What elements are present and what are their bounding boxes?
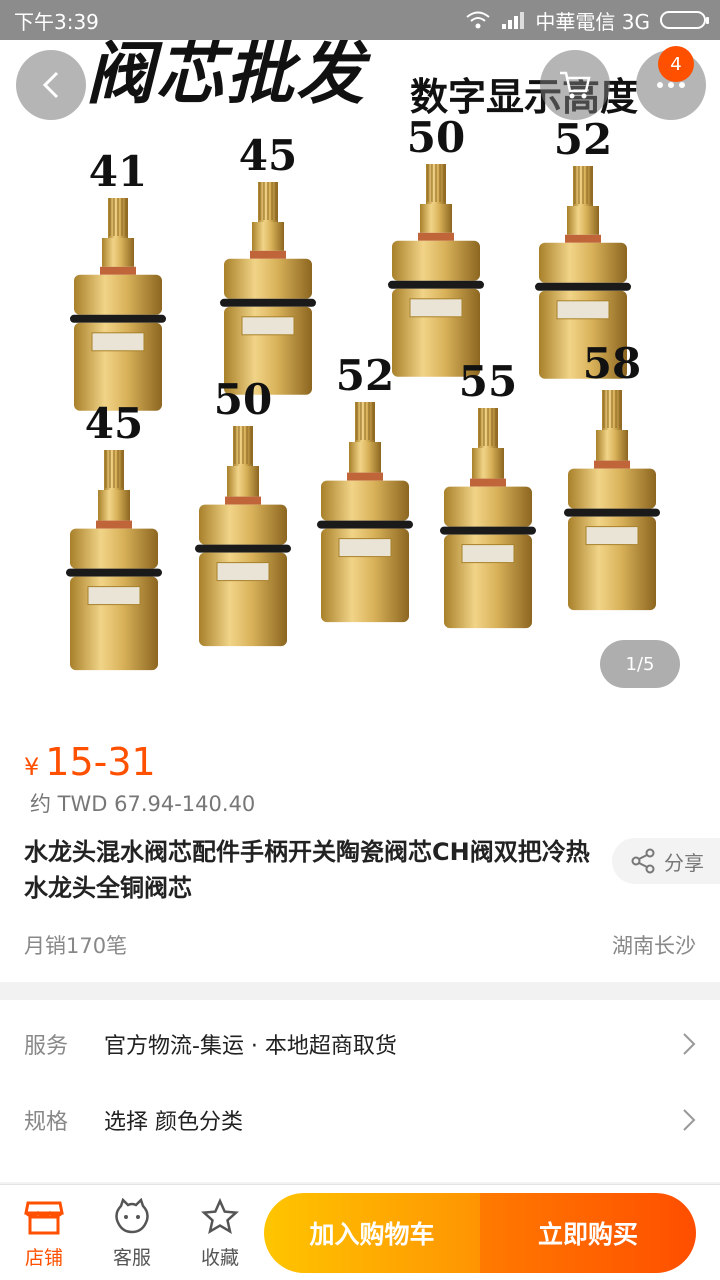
chevron-right-icon: [683, 1109, 696, 1131]
spec-label: 规格: [24, 1110, 69, 1135]
chevron-left-icon: [42, 71, 59, 99]
valve-size-label: 50: [407, 120, 465, 162]
star-icon: [201, 1198, 239, 1235]
spec-row[interactable]: 规格 选择 颜色分类: [0, 1082, 720, 1158]
valve-illustration: [70, 198, 166, 411]
cart-icon: [560, 71, 591, 99]
service-label: 服务: [24, 1034, 69, 1059]
price-twd: 约 TWD 67.94-140.40: [30, 792, 256, 816]
product-photo: 41 45 50 52 45 50 52 55 58: [66, 120, 660, 671]
product-title: 水龙头混水阀芯配件手柄开关陶瓷阀芯CH阀双把冷热水龙头全铜阀芯: [24, 838, 590, 902]
valve-size-label: 52: [336, 351, 394, 400]
cta-group: 加入购物车 立即购买: [264, 1193, 696, 1273]
chevron-right-icon: [683, 1033, 696, 1055]
currency-symbol: ¥: [24, 753, 40, 781]
valve-size-label: 45: [239, 131, 297, 180]
shop-label: 店铺: [24, 1247, 63, 1269]
status-time: 下午3:39: [14, 9, 99, 34]
spec-value: 选择 颜色分类: [104, 1110, 243, 1135]
valve-size-label: 45: [85, 399, 143, 448]
monthly-sales: 月销170笔: [24, 934, 128, 958]
valve-size-label: 50: [214, 375, 272, 424]
options-panel: 服务 官方物流-集运 · 本地超商取货 规格 选择 颜色分类: [0, 1000, 720, 1182]
valve-illustration: [66, 450, 162, 671]
valve-illustration: [564, 390, 660, 611]
service-row[interactable]: 服务 官方物流-集运 · 本地超商取货: [0, 1006, 720, 1082]
price: ¥ 15-31: [24, 740, 156, 784]
price-range: 15-31: [45, 740, 156, 784]
valve-illustration: [317, 402, 413, 623]
wifi-icon: [466, 11, 491, 29]
battery-icon: [660, 11, 709, 29]
bottom-action-bar: 店铺 客服 收藏 加入购物车 立即购买: [0, 1184, 720, 1280]
cart-button[interactable]: [540, 50, 610, 120]
product-image-gallery[interactable]: 阀芯批发 数字显示高度 41 45 50 52 45 50 52 55 58 4…: [0, 0, 720, 720]
image-pager: 1/5: [600, 640, 680, 688]
valve-illustration: [195, 426, 291, 647]
customer-service-icon: [115, 1198, 149, 1234]
signal-icon: [502, 12, 525, 29]
shop-icon: [24, 1201, 64, 1235]
buy-now-button[interactable]: 立即购买: [480, 1193, 696, 1273]
shop-tab[interactable]: 店铺: [4, 1195, 84, 1275]
valve-illustration: [220, 182, 316, 395]
service-value: 官方物流-集运 · 本地超商取货: [104, 1034, 397, 1059]
valve-size-label: 55: [459, 357, 517, 406]
more-icon: [657, 82, 685, 88]
valve-size-label: 52: [554, 120, 612, 164]
valve-size-label: 41: [89, 147, 147, 196]
favorite-label: 收藏: [200, 1247, 239, 1269]
ship-from-location: 湖南长沙: [612, 934, 696, 958]
valve-illustration: [440, 408, 536, 629]
cart-count-badge: 4: [658, 46, 694, 82]
share-label: 分享: [664, 850, 704, 875]
product-page: 阀芯批发 数字显示高度 41 45 50 52 45 50 52 55 58 4…: [0, 0, 720, 1280]
favorite-tab[interactable]: 收藏: [180, 1195, 260, 1275]
valve-illustration: [388, 164, 484, 377]
valve-size-label: 58: [583, 339, 641, 388]
status-bar: 下午3:39 中華電信 3G: [0, 0, 720, 40]
add-to-cart-button[interactable]: 加入购物车: [264, 1193, 480, 1273]
customer-service-label: 客服: [112, 1247, 151, 1269]
customer-service-tab[interactable]: 客服: [92, 1195, 172, 1275]
back-button[interactable]: [16, 50, 86, 120]
share-icon: [631, 848, 655, 874]
carrier-label: 中華電信 3G: [535, 9, 650, 34]
product-info: ¥ 15-31 约 TWD 67.94-140.40 水龙头混水阀芯配件手柄开关…: [0, 720, 720, 982]
share-button[interactable]: 分享: [612, 838, 720, 884]
